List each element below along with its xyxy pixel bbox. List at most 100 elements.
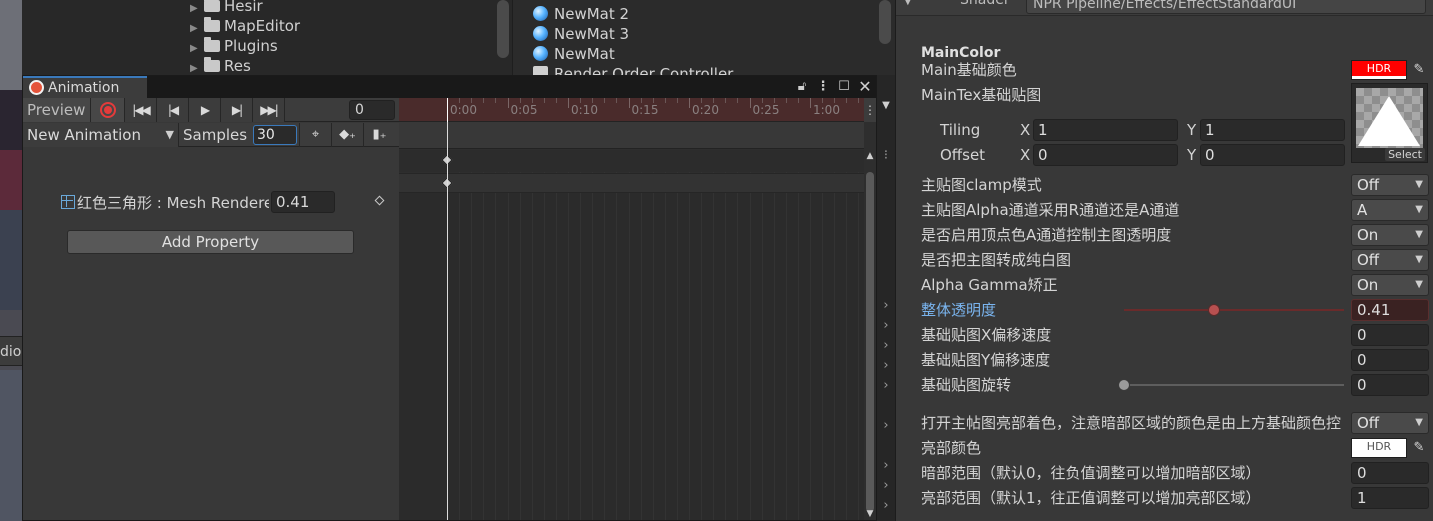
grid-line bbox=[713, 150, 715, 520]
grid-line bbox=[785, 150, 787, 520]
animation-tab[interactable]: Animation bbox=[23, 76, 147, 98]
scroll-down-icon[interactable]: ▼ bbox=[864, 508, 876, 520]
add-property-button[interactable]: Add Property bbox=[67, 230, 354, 254]
white-texture-dropdown[interactable]: Off ▼ bbox=[1351, 249, 1429, 271]
chevron-right-icon[interactable]: › bbox=[880, 339, 892, 353]
tree-item-plugins[interactable]: ▶ Plugins bbox=[190, 36, 278, 56]
asset-item-newmat-2[interactable]: NewMat 2 bbox=[533, 4, 629, 24]
white-texture-label: 是否把主图转成纯白图 bbox=[921, 251, 1072, 269]
grid-line bbox=[689, 150, 690, 520]
frame-input[interactable]: 0 bbox=[349, 100, 395, 120]
ruler-minor-tick bbox=[652, 98, 654, 103]
dopesheet-scrollbar[interactable]: ▲ ▼ bbox=[864, 150, 876, 520]
next-key-icon[interactable]: ▶| bbox=[221, 98, 253, 122]
project-tree: ▶ Hesir ▶ MapEditor ▶ Plugins ▶ Res bbox=[22, 0, 512, 75]
rotation-slider-track[interactable] bbox=[1124, 384, 1344, 386]
play-icon[interactable]: ▶ bbox=[189, 98, 221, 122]
ruler-tick-label: 0:25 bbox=[752, 103, 780, 117]
texture-select-button[interactable]: Select bbox=[1385, 148, 1425, 161]
chevron-right-icon[interactable]: › bbox=[880, 499, 892, 513]
scene-view[interactable] bbox=[0, 0, 22, 521]
add-keyframe-icon[interactable]: ◆₊ bbox=[331, 123, 363, 147]
record-button[interactable] bbox=[91, 98, 125, 122]
dopesheet-grid[interactable] bbox=[399, 193, 864, 520]
tree-item-hesir[interactable]: ▶ Hesir bbox=[190, 0, 263, 16]
playhead-handle[interactable] bbox=[447, 98, 448, 122]
offset-x-input[interactable]: 0 bbox=[1033, 144, 1178, 166]
tiling-y-input[interactable]: 1 bbox=[1200, 119, 1345, 141]
opacity-slider-knob[interactable] bbox=[1208, 304, 1221, 316]
filter-by-selection-icon[interactable]: ⌖ bbox=[299, 123, 331, 147]
clip-dropdown-value: New Animation bbox=[27, 126, 141, 144]
grid-line bbox=[471, 150, 473, 520]
keyframe-toggle-icon[interactable] bbox=[374, 195, 385, 206]
last-key-icon[interactable]: ▶▶| bbox=[253, 98, 285, 122]
time-ruler[interactable]: 0:00 0:05 0:10 0:15 0:20 0:25 1:00 bbox=[399, 98, 864, 122]
shader-dropdown[interactable]: NPR Pipeline/Effects/EffectStandardUI bbox=[1026, 0, 1426, 14]
project-tree-scrollbar[interactable] bbox=[497, 0, 509, 58]
rotation-slider-knob[interactable] bbox=[1118, 379, 1130, 391]
tree-item-mapeditor[interactable]: ▶ MapEditor bbox=[190, 16, 300, 36]
scroll-up-icon[interactable]: ▲ bbox=[864, 150, 876, 162]
bright-range-input[interactable]: 1 bbox=[1351, 487, 1429, 509]
tree-item-res[interactable]: ▶ Res bbox=[190, 56, 251, 76]
alpha-gamma-dropdown[interactable]: On ▼ bbox=[1351, 274, 1429, 296]
chevron-right-icon[interactable]: › bbox=[880, 319, 892, 333]
tiling-x-input[interactable]: 1 bbox=[1033, 119, 1178, 141]
bright-tint-dropdown[interactable]: Off ▼ bbox=[1351, 412, 1429, 434]
eyedropper-icon[interactable]: ✎ bbox=[1410, 438, 1428, 458]
asset-item-newmat[interactable]: NewMat bbox=[533, 44, 615, 64]
dark-range-input[interactable]: 0 bbox=[1351, 462, 1429, 484]
close-icon[interactable]: ✕ bbox=[856, 78, 874, 96]
property-label: 红色三角形 : Mesh Rendere bbox=[77, 194, 269, 212]
foldout-arrow-icon[interactable]: ▼ bbox=[904, 0, 912, 7]
vertex-alpha-dropdown[interactable]: On ▼ bbox=[1351, 224, 1429, 246]
samples-input[interactable]: 30 bbox=[253, 125, 297, 145]
summary-lane[interactable] bbox=[399, 150, 864, 172]
property-lane[interactable] bbox=[399, 173, 864, 193]
pin-icon[interactable]: ⁝ bbox=[880, 149, 892, 163]
opacity-input[interactable]: 0.41 bbox=[1351, 299, 1429, 321]
offset-x-speed-input[interactable]: 0 bbox=[1351, 324, 1429, 346]
texture-slot[interactable]: Select bbox=[1351, 83, 1428, 163]
main-color-swatch[interactable]: HDR bbox=[1351, 60, 1407, 80]
clip-dropdown[interactable]: New Animation ▼ bbox=[23, 123, 179, 147]
dropdown-value: Off bbox=[1357, 414, 1380, 432]
clamp-mode-dropdown[interactable]: Off ▼ bbox=[1351, 174, 1429, 196]
rotation-input[interactable]: 0 bbox=[1351, 374, 1429, 396]
lock-icon[interactable]: 🔓︎ bbox=[793, 78, 811, 96]
chevron-right-icon[interactable]: › bbox=[880, 459, 892, 473]
chevron-right-icon[interactable]: › bbox=[880, 359, 892, 373]
tiling-x-label: X bbox=[1020, 121, 1031, 139]
add-event-icon[interactable]: ▮₊ bbox=[363, 123, 395, 147]
more-options-icon[interactable]: ⋮ bbox=[814, 78, 832, 96]
playhead-line[interactable] bbox=[447, 98, 448, 520]
preview-toggle[interactable]: Preview bbox=[23, 98, 91, 122]
scrollbar-thumb[interactable] bbox=[866, 172, 874, 512]
offset-y-speed-input[interactable]: 0 bbox=[1351, 349, 1429, 371]
animated-property-row[interactable]: 红色三角形 : Mesh Rendere 0.41 bbox=[23, 191, 399, 215]
first-key-icon[interactable]: |◀◀ bbox=[125, 98, 157, 122]
asset-list-scrollbar[interactable] bbox=[879, 0, 891, 44]
timeline-menu-icon[interactable]: ⋮ bbox=[864, 98, 876, 122]
dopesheet[interactable]: 0:00 0:05 0:10 0:15 0:20 0:25 1:00 ⋮ ▲ ▼ bbox=[399, 98, 876, 520]
chevron-right-icon[interactable]: › bbox=[880, 479, 892, 493]
chevron-right-icon[interactable]: › bbox=[880, 379, 892, 393]
eyedropper-icon[interactable]: ✎ bbox=[1410, 60, 1428, 80]
event-lane[interactable] bbox=[399, 122, 864, 149]
previous-key-icon[interactable]: |◀ bbox=[157, 98, 189, 122]
property-value-input[interactable]: 0.41 bbox=[271, 191, 335, 213]
offset-y-input[interactable]: 0 bbox=[1200, 144, 1345, 166]
asset-item-newmat-3[interactable]: NewMat 3 bbox=[533, 24, 629, 44]
chevron-right-icon[interactable]: › bbox=[880, 419, 892, 433]
opacity-slider-track[interactable] bbox=[1124, 309, 1344, 311]
collapse-down-icon[interactable]: ▼ bbox=[877, 98, 895, 114]
audio-tab-label[interactable]: dio bbox=[0, 336, 22, 366]
bright-color-swatch[interactable]: HDR bbox=[1351, 438, 1407, 458]
grid-line bbox=[568, 150, 569, 520]
dark-range-label: 暗部范围（默认0，往负值调整可以增加暗部区域） bbox=[921, 464, 1261, 482]
chevron-right-icon[interactable]: › bbox=[880, 299, 892, 313]
alpha-channel-dropdown[interactable]: A ▼ bbox=[1351, 199, 1429, 221]
grid-line bbox=[628, 150, 630, 520]
maximize-icon[interactable]: ☐ bbox=[835, 78, 853, 96]
